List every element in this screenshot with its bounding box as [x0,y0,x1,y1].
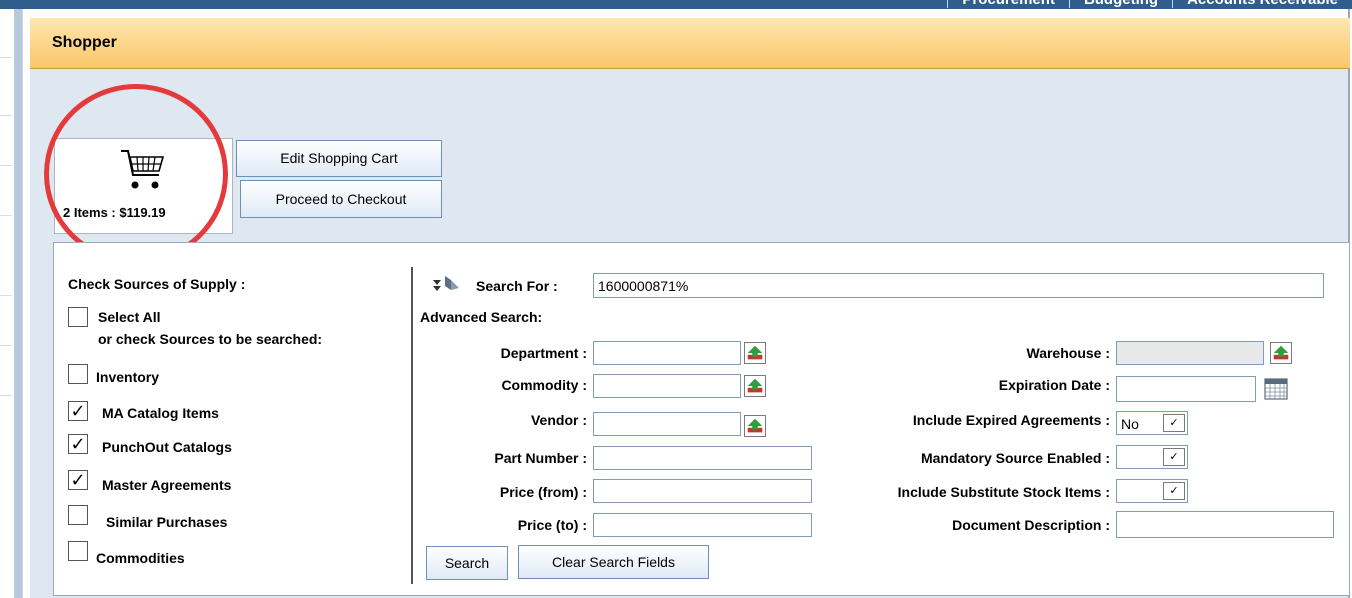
edit-shopping-cart-button[interactable]: Edit Shopping Cart [236,140,442,177]
chevron-down-icon[interactable]: ✓ [1163,482,1185,500]
commodity-input[interactable] [593,374,741,398]
search-for-input[interactable] [593,273,1324,298]
select-all-checkbox[interactable] [68,307,88,327]
include-expired-label: Include Expired Agreements : [912,412,1110,428]
similar-purchases-checkbox[interactable] [68,505,88,525]
topnav-budgeting[interactable]: Budgeting [1068,0,1173,8]
punchout-catalogs-label: PunchOut Catalogs [102,439,232,455]
left-edge-line [0,165,12,166]
mandatory-source-label: Mandatory Source Enabled : [920,450,1110,466]
cart-total: 2 Items : $119.19 [63,205,166,220]
cart-summary-box[interactable]: 2 Items : $119.19 [54,138,233,234]
advanced-search-label: Advanced Search: [420,309,543,325]
vendor-label: Vendor : [530,412,587,428]
include-expired-value: No [1121,416,1139,432]
select-hint-label: or check Sources to be searched: [98,331,323,347]
shopper-header: Shopper [30,18,1350,69]
select-all-label: Select All [98,309,161,325]
master-agreements-checkbox[interactable]: ✓ [68,470,88,490]
commodity-lookup-icon[interactable] [744,375,766,397]
left-scroll-strip [14,9,22,598]
commodities-checkbox[interactable] [68,541,88,561]
punchout-catalogs-checkbox[interactable]: ✓ [68,434,88,454]
expiration-date-input[interactable] [1116,376,1256,402]
part-number-input[interactable] [593,446,812,470]
price-to-label: Price (to) : [517,517,587,533]
similar-purchases-label: Similar Purchases [106,514,228,530]
panel-divider [411,267,413,584]
toggle-search-icon[interactable] [431,274,465,294]
master-agreements-label: Master Agreements [102,477,232,493]
include-expired-select[interactable]: No ✓ [1116,411,1188,435]
inventory-checkbox[interactable] [68,364,88,384]
inventory-label: Inventory [96,369,160,385]
warehouse-lookup-icon[interactable] [1270,342,1292,364]
proceed-to-checkout-button[interactable]: Proceed to Checkout [240,180,442,218]
left-edge-line [0,57,12,58]
calendar-icon[interactable] [1264,377,1288,401]
vendor-lookup-icon[interactable] [744,415,766,437]
left-edge-line [0,395,12,396]
search-for-label: Search For : [476,278,558,294]
page-title: Shopper [52,34,117,51]
top-nav-bar: ProcurementBudgetingAccounts Receivable [0,0,1352,9]
search-button[interactable]: Search [426,546,508,580]
top-nav: ProcurementBudgetingAccounts Receivable [947,0,1352,8]
expiration-date-label: Expiration Date : [998,377,1110,393]
left-edge-line [0,295,12,296]
department-label: Department : [500,345,587,361]
department-input[interactable] [593,341,741,365]
department-lookup-icon[interactable] [744,342,766,364]
topnav-procurement[interactable]: Procurement [947,0,1069,8]
mandatory-source-select[interactable]: ✓ [1116,445,1188,469]
document-description-input[interactable] [1116,511,1334,538]
price-from-input[interactable] [593,479,812,503]
warehouse-label: Warehouse : [1026,345,1111,361]
vendor-input[interactable] [593,412,741,436]
document-description-label: Document Description : [952,517,1110,533]
price-from-label: Price (from) : [499,484,587,500]
warehouse-input [1116,341,1264,365]
commodity-label: Commodity : [501,377,587,393]
commodities-label: Commodities [96,550,185,566]
left-edge-line [0,115,12,116]
shopping-cart-icon [121,150,165,189]
part-number-label: Part Number : [494,450,587,466]
left-edge-line [0,345,12,346]
chevron-down-icon[interactable]: ✓ [1163,414,1185,432]
sources-heading: Check Sources of Supply : [68,276,246,292]
clear-search-fields-button[interactable]: Clear Search Fields [518,545,709,579]
chevron-down-icon[interactable]: ✓ [1163,448,1185,466]
ma-catalog-label: MA Catalog Items [102,405,219,421]
price-to-input[interactable] [593,513,812,537]
ma-catalog-checkbox[interactable]: ✓ [68,401,88,421]
left-edge-line [0,215,12,216]
topnav-accounts-receivable[interactable]: Accounts Receivable [1172,0,1352,8]
include-substitute-label: Include Substitute Stock Items : [897,484,1110,500]
include-substitute-select[interactable]: ✓ [1116,479,1188,503]
